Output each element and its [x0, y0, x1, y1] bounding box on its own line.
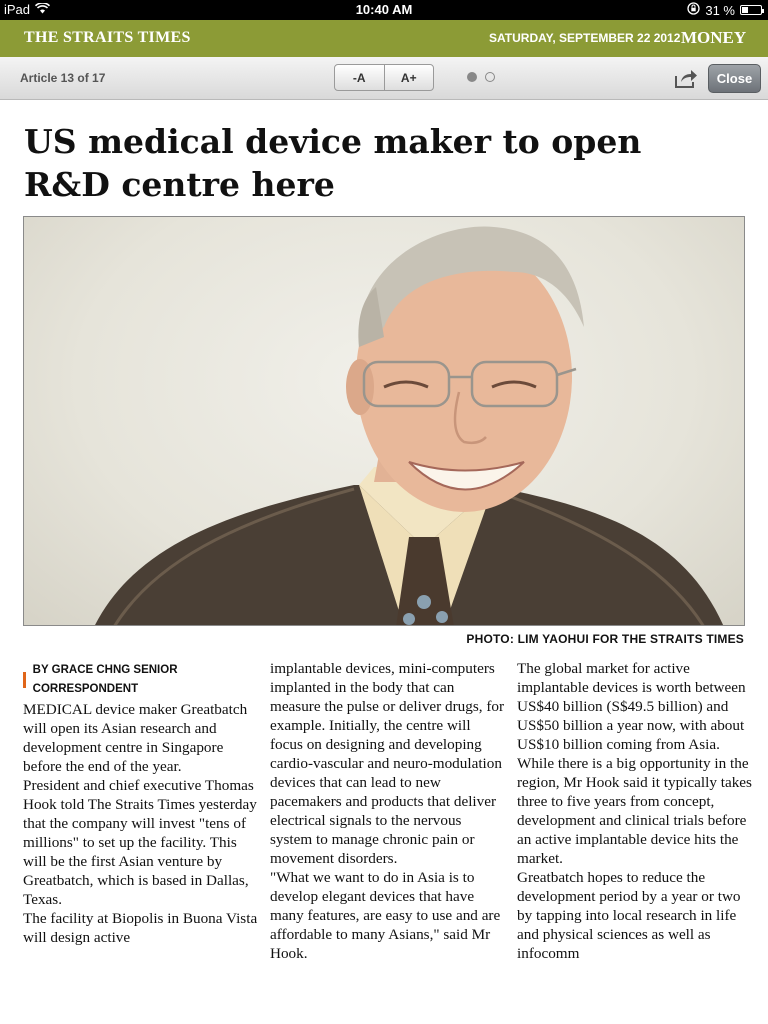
- article-column-1: BY GRACE CHNG SENIOR CORRESPONDENT MEDIC…: [23, 660, 259, 947]
- masthead: THE STRAITS TIMES SATURDAY, SEPTEMBER 22…: [0, 20, 768, 57]
- article-count: Article 13 of 17: [20, 71, 106, 85]
- share-icon[interactable]: [674, 67, 698, 89]
- orientation-lock-icon: [687, 2, 701, 18]
- article-toolbar: Article 13 of 17 -A A+ Close: [0, 57, 768, 100]
- section-name: MONEY: [681, 28, 747, 47]
- brand-logo: THE STRAITS TIMES: [24, 29, 191, 46]
- page-indicator[interactable]: [467, 72, 495, 82]
- article-headline: US medical device maker to open R&D cent…: [24, 122, 642, 204]
- article-paragraph: MEDICAL device maker Greatbatch will ope…: [23, 701, 248, 775]
- article-paragraph: "What we want to do in Asia is to develo…: [270, 869, 501, 962]
- font-size-control: -A A+: [334, 64, 434, 91]
- ios-status-bar: iPad 10:40 AM 31 %: [0, 0, 768, 20]
- battery-icon: [740, 5, 764, 15]
- article-column-3: The global market for active implantable…: [517, 659, 753, 963]
- article-paragraph: implantable devices, mini-computers impl…: [270, 660, 505, 867]
- font-decrease-button[interactable]: -A: [335, 65, 384, 90]
- byline-accent-bar: [23, 672, 26, 688]
- status-time: 10:40 AM: [355, 2, 413, 17]
- battery-percent: 31 %: [705, 2, 735, 18]
- article-photo: [23, 216, 745, 626]
- article-paragraph: The facility at Biopolis in Buona Vista …: [23, 910, 258, 946]
- page-dot-2[interactable]: [485, 72, 495, 82]
- article-paragraph: President and chief executive Thomas Hoo…: [23, 777, 257, 908]
- font-increase-button[interactable]: A+: [383, 65, 434, 90]
- byline-text: BY GRACE CHNG SENIOR CORRESPONDENT: [32, 664, 178, 695]
- article-paragraph: While there is a big opportunity in the …: [517, 755, 752, 867]
- close-button[interactable]: Close: [708, 64, 761, 93]
- byline: BY GRACE CHNG SENIOR CORRESPONDENT: [23, 664, 259, 695]
- issue-date: SATURDAY, SEPTEMBER 22 2012: [489, 31, 681, 45]
- article-paragraph: Greatbatch hopes to reduce the developme…: [517, 869, 741, 962]
- page-dot-1[interactable]: [467, 72, 477, 82]
- article-column-2: implantable devices, mini-computers impl…: [270, 659, 506, 963]
- article-paragraph: The global market for active implantable…: [517, 660, 746, 753]
- photo-credit: PHOTO: LIM YAOHUI FOR THE STRAITS TIMES: [466, 632, 744, 646]
